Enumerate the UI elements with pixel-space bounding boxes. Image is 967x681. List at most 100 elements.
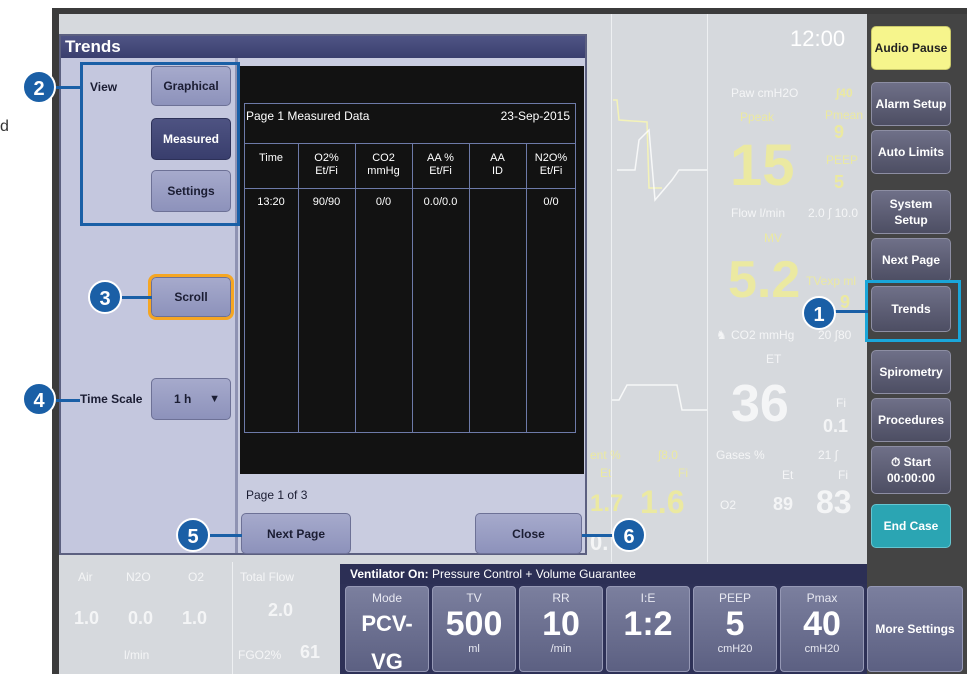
auto-limits-button[interactable]: Auto Limits — [871, 130, 951, 174]
tv-value: 500 — [445, 605, 503, 643]
column-header: O2% Et/Fi — [314, 152, 339, 177]
pmean-value: 9 — [834, 122, 845, 142]
next-page-side-button[interactable]: Next Page — [871, 238, 951, 282]
flow-limits: 2.0 ∫ 10.0 — [808, 206, 858, 220]
peep-value: 5 — [834, 172, 845, 192]
next-page-button[interactable]: Next Page — [241, 513, 351, 554]
mode-button[interactable]: Mode PCV-VG — [345, 586, 429, 674]
tvexp-label: TVexp ml — [806, 274, 857, 288]
table-cell: 0/0 — [375, 196, 392, 208]
gases-limit: 21 ∫ — [818, 448, 838, 462]
gases-label: Gases % — [716, 448, 765, 462]
spirometry-button[interactable]: Spirometry — [871, 350, 951, 394]
callout-4: 4 — [22, 382, 56, 416]
rr-value: 10 — [542, 605, 580, 643]
divider — [232, 562, 233, 674]
peep-value: 5 — [725, 605, 745, 643]
total-flow-label: Total Flow — [240, 570, 295, 584]
table-title: Page 1 Measured Data — [246, 109, 370, 123]
paw-label: Paw cmH2O — [731, 86, 799, 100]
flow-unit: l/min — [124, 648, 150, 662]
agent-et-label: Et — [600, 466, 612, 480]
ppeak-value: 15 — [730, 133, 795, 198]
alarm-setup-button[interactable]: Alarm Setup — [871, 82, 951, 126]
agent-et-value: 1.7 — [590, 490, 624, 517]
pmax-label: Pmax — [806, 591, 838, 605]
column-header: CO2 mmHg — [367, 152, 400, 177]
table-rule — [412, 143, 413, 433]
peep-button[interactable]: PEEP 5 cmH20 — [693, 586, 777, 672]
agent-fi-value: 1.6 — [640, 484, 685, 520]
air-label: Air — [78, 570, 93, 584]
air-value: 1.0 — [74, 608, 100, 628]
tv-unit: ml — [468, 643, 480, 655]
ventilator-header: Ventilator On: Pressure Control + Volume… — [340, 564, 867, 584]
waveform-traces — [612, 99, 707, 411]
o2-label: O2 — [720, 498, 737, 512]
ventilator-status: Ventilator On: — [350, 567, 429, 581]
more-settings-button[interactable]: More Settings — [867, 586, 963, 672]
callout-1: 1 — [802, 296, 836, 330]
close-button[interactable]: Close — [475, 513, 582, 554]
callout-6: 6 — [612, 518, 646, 552]
page-indicator: Page 1 of 3 — [246, 488, 308, 502]
ie-label: I:E — [640, 591, 656, 605]
callout-line — [56, 399, 80, 402]
peep-label: PEEP — [826, 153, 859, 167]
fgo2-label: FGO2% — [238, 648, 282, 662]
o2-et-value: 89 — [773, 494, 794, 514]
person-icon: ♞ — [716, 328, 727, 342]
pmax-button[interactable]: Pmax 40 cmH20 — [780, 586, 864, 672]
flow-label: Flow l/min — [731, 206, 786, 220]
co2-fi-label: Fi — [836, 396, 846, 410]
ie-button[interactable]: I:E 1:2 — [606, 586, 690, 672]
cut-off-text: d — [0, 118, 9, 135]
peep-unit: cmH20 — [717, 643, 753, 655]
callout-line — [210, 534, 242, 537]
o2-flow-value: 1.0 — [182, 608, 208, 628]
time-scale-value: 1 h — [174, 392, 192, 406]
dialog-title: Trends — [61, 36, 585, 58]
table-rule — [469, 143, 470, 433]
callout-line — [122, 296, 152, 299]
co2-label: CO2 mmHg — [731, 328, 795, 342]
table-rule — [298, 143, 299, 433]
end-case-button[interactable]: End Case — [871, 504, 951, 548]
co2-fi-value: 0.1 — [823, 416, 849, 436]
column-header: Time — [258, 152, 284, 164]
system-setup-button[interactable]: System Setup — [871, 190, 951, 234]
tv-button[interactable]: TV 500 ml — [432, 586, 516, 672]
co2-et-value: 36 — [731, 375, 789, 433]
agent-label: ent % — [590, 448, 621, 462]
total-flow-value: 2.0 — [268, 600, 294, 620]
trends-highlight-box — [865, 280, 961, 342]
audio-pause-button[interactable]: Audio Pause — [871, 26, 951, 70]
callout-line — [582, 534, 614, 537]
agent-fi-label: Fi — [678, 466, 688, 480]
rr-label: RR — [552, 591, 570, 605]
ie-value: 1:2 — [623, 605, 673, 643]
start-label: Start — [903, 455, 932, 469]
start-timer-button[interactable]: ⏱ Start 00:00:00 — [871, 446, 951, 494]
table-date: 23-Sep-2015 — [500, 109, 570, 123]
paw-limit: ∫40 — [836, 86, 853, 100]
callout-5: 5 — [176, 518, 210, 552]
ppeak-label: Ppeak — [740, 110, 775, 124]
mode-label: Mode — [371, 591, 403, 605]
scroll-button[interactable]: Scroll — [148, 274, 234, 320]
time-scale-label: Time Scale — [80, 392, 143, 406]
view-callout-box — [80, 62, 240, 226]
rr-button[interactable]: RR 10 /min — [519, 586, 603, 672]
mv-label: MV — [764, 231, 782, 245]
procedures-button[interactable]: Procedures — [871, 398, 951, 442]
anesthesia-screen: d 12:00 Paw cmH2O ∫40 Ppeak Pmean 9 15 P… — [0, 0, 967, 674]
table-cell: 90/90 — [312, 196, 341, 208]
table-rule — [526, 143, 527, 433]
tv-label: TV — [466, 591, 482, 605]
gas-fi-label: Fi — [838, 468, 848, 482]
callout-line — [56, 86, 82, 89]
clock: 12:00 — [790, 26, 846, 51]
column-header: N2O% Et/Fi — [534, 152, 568, 177]
ventilator-mode-text: Pressure Control + Volume Guarantee — [432, 567, 636, 581]
time-scale-select[interactable]: 1 h ▼ — [151, 378, 231, 420]
